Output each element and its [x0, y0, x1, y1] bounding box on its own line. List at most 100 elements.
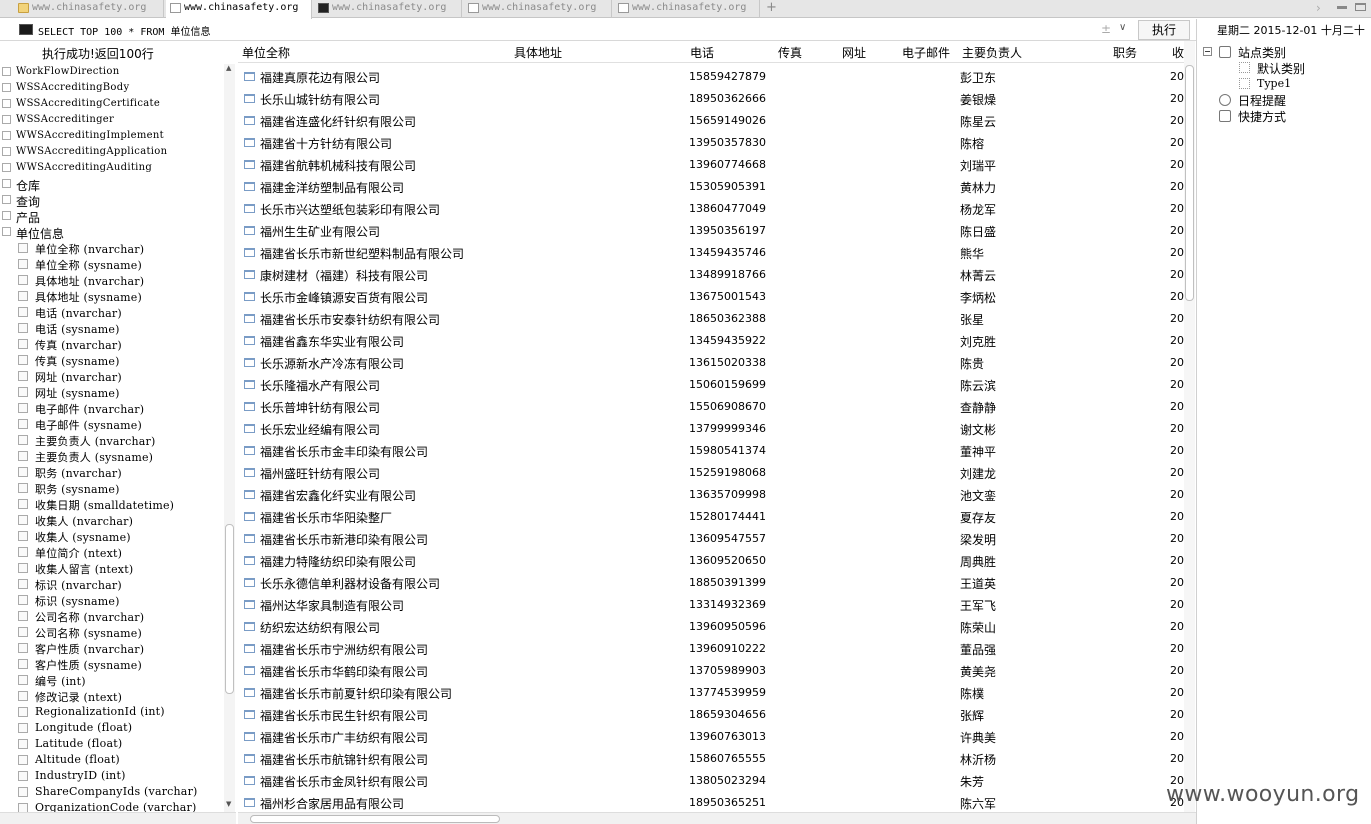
field-checkbox[interactable] — [18, 499, 28, 509]
query-history-dropdown[interactable]: ∨ — [1119, 22, 1126, 33]
tree-field-item[interactable]: 标识 (nvarchar) — [0, 576, 222, 592]
field-checkbox[interactable] — [18, 323, 28, 333]
column-header-title[interactable]: 职务 — [1113, 44, 1137, 61]
field-checkbox[interactable] — [18, 355, 28, 365]
tree-field-item[interactable]: 单位全称 (nvarchar) — [0, 240, 222, 256]
tree-item-schedule[interactable]: 日程提醒 — [1238, 92, 1286, 109]
tree-field-item[interactable]: ShareCompanyIds (varchar) — [0, 784, 222, 800]
column-header-person[interactable]: 主要负责人 — [962, 44, 1022, 61]
field-checkbox[interactable] — [18, 547, 28, 557]
table-row[interactable]: 长乐普坤针纺有限公司 15506908670 查静静 20 — [238, 396, 1184, 418]
tree-field-item[interactable]: 主要负责人 (nvarchar) — [0, 432, 222, 448]
field-checkbox[interactable] — [18, 243, 28, 253]
table-row[interactable]: 福州盛旺针纺有限公司 15259198068 刘建龙 20 — [238, 462, 1184, 484]
tab-scroll-arrow[interactable]: › — [1316, 0, 1321, 16]
tree-field-item[interactable]: 电子邮件 (nvarchar) — [0, 400, 222, 416]
table-row[interactable]: 福建省长乐市宁洲纺织有限公司 13960910222 董品强 20 — [238, 638, 1184, 660]
scroll-thumb[interactable] — [250, 815, 500, 823]
tree-item-site-category[interactable]: 站点类别 — [1238, 44, 1286, 61]
tree-field-item[interactable]: 收集日期 (smalldatetime) — [0, 496, 222, 512]
scroll-up-arrow-icon[interactable]: ▲ — [226, 64, 231, 72]
tree-table-item[interactable]: WSSAccreditinger — [0, 112, 222, 128]
table-row[interactable]: 福建省航韩机械科技有限公司 13960774668 刘瑞平 20 — [238, 154, 1184, 176]
tree-field-item[interactable]: 电话 (sysname) — [0, 320, 222, 336]
tree-field-item[interactable]: 职务 (sysname) — [0, 480, 222, 496]
tree-item-default-category[interactable]: 默认类别 — [1257, 60, 1305, 77]
field-checkbox[interactable] — [18, 739, 28, 749]
table-row[interactable]: 福州生生矿业有限公司 13950356197 陈日盛 20 — [238, 220, 1184, 242]
tree-field-item[interactable]: 电子邮件 (sysname) — [0, 416, 222, 432]
tab-5[interactable]: www.chinasafety.org — [614, 0, 760, 18]
tree-table-item[interactable]: WWSAccreditingImplement — [0, 128, 222, 144]
tree-table-item[interactable]: WWSAccreditingApplication — [0, 144, 222, 160]
tab-2[interactable]: www.chinasafety.org — [166, 0, 312, 19]
field-checkbox[interactable] — [18, 371, 28, 381]
tree-group-item[interactable]: 仓库 — [0, 176, 222, 193]
table-row[interactable]: 福建省十方针纺有限公司 13950357830 陈榕 20 — [238, 132, 1184, 154]
execute-button[interactable]: 执行 — [1138, 20, 1190, 40]
tree-table-item[interactable]: WorkFlowDirection — [0, 64, 222, 80]
field-checkbox[interactable] — [18, 291, 28, 301]
table-row[interactable]: 纺织宏达纺织有限公司 13960950596 陈荣山 20 — [238, 616, 1184, 638]
table-row[interactable]: 康树建材（福建）科技有限公司 13489918766 林菁云 20 — [238, 264, 1184, 286]
tree-field-item[interactable]: 职务 (nvarchar) — [0, 464, 222, 480]
tree-field-item[interactable]: IndustryID (int) — [0, 768, 222, 784]
field-checkbox[interactable] — [18, 563, 28, 573]
column-header-name[interactable]: 单位全称 — [242, 44, 290, 61]
field-checkbox[interactable] — [18, 611, 28, 621]
field-checkbox[interactable] — [18, 691, 28, 701]
tree-field-item[interactable]: 网址 (nvarchar) — [0, 368, 222, 384]
table-row[interactable]: 福建省连盛化纤针织有限公司 15659149026 陈星云 20 — [238, 110, 1184, 132]
column-header-email[interactable]: 电子邮件 — [902, 44, 950, 61]
field-checkbox[interactable] — [18, 339, 28, 349]
tree-group-item[interactable]: 产品 — [0, 208, 222, 225]
field-checkbox[interactable] — [18, 403, 28, 413]
tree-field-item[interactable]: 网址 (sysname) — [0, 384, 222, 400]
table-row[interactable]: 长乐永德信单利器材设备有限公司 18850391399 王道英 20 — [238, 572, 1184, 594]
results-grid-scrollbar[interactable] — [1184, 41, 1195, 812]
field-checkbox[interactable] — [18, 707, 28, 717]
field-checkbox[interactable] — [18, 259, 28, 269]
table-row[interactable]: 福建省长乐市民生针织有限公司 18659304656 张辉 20 — [238, 704, 1184, 726]
field-checkbox[interactable] — [18, 307, 28, 317]
column-header-collected[interactable]: 收 — [1172, 44, 1184, 61]
tree-field-item[interactable]: 具体地址 (nvarchar) — [0, 272, 222, 288]
table-row[interactable]: 福建省长乐市新港印染有限公司 13609547557 梁发明 20 — [238, 528, 1184, 550]
tree-field-item[interactable]: 传真 (nvarchar) — [0, 336, 222, 352]
table-row[interactable]: 福建省长乐市金凤针织有限公司 13805023294 朱芳 20 — [238, 770, 1184, 792]
field-checkbox[interactable] — [18, 387, 28, 397]
collapse-icon[interactable] — [1203, 47, 1212, 56]
field-checkbox[interactable] — [18, 515, 28, 525]
tree-field-item[interactable]: 传真 (sysname) — [0, 352, 222, 368]
table-row[interactable]: 福建省长乐市安泰针纺织有限公司 18650362388 张星 20 — [238, 308, 1184, 330]
scroll-thumb[interactable] — [225, 524, 234, 694]
field-checkbox[interactable] — [18, 595, 28, 605]
table-row[interactable]: 长乐市金峰镇源安百货有限公司 13675001543 李炳松 20 — [238, 286, 1184, 308]
column-header-website[interactable]: 网址 — [842, 44, 866, 61]
field-checkbox[interactable] — [18, 435, 28, 445]
table-row[interactable]: 福建省鑫东华实业有限公司 13459435922 刘克胜 20 — [238, 330, 1184, 352]
table-row[interactable]: 长乐宏业经编有限公司 13799999346 谢文彬 20 — [238, 418, 1184, 440]
table-row[interactable]: 长乐市兴达塑纸包装彩印有限公司 13860477049 杨龙军 20 — [238, 198, 1184, 220]
table-row[interactable]: 福州达华家具制造有限公司 13314932369 王军飞 20 — [238, 594, 1184, 616]
table-row[interactable]: 福建力特隆纺织印染有限公司 13609520650 周典胜 20 — [238, 550, 1184, 572]
tab-3[interactable]: www.chinasafety.org — [314, 0, 462, 18]
table-row[interactable]: 福建省长乐市航锦针织有限公司 15860765555 林沂杨 20 — [238, 748, 1184, 770]
field-checkbox[interactable] — [18, 531, 28, 541]
tree-item-type1[interactable]: Type1 — [1257, 77, 1291, 90]
tree-field-item[interactable]: 公司名称 (nvarchar) — [0, 608, 222, 624]
field-checkbox[interactable] — [18, 483, 28, 493]
tree-table-item[interactable]: WSSAccreditingCertificate — [0, 96, 222, 112]
table-row[interactable]: 福建金洋纺塑制品有限公司 15305905391 黄林力 20 — [238, 176, 1184, 198]
tree-group-item[interactable]: 查询 — [0, 192, 222, 209]
tree-field-item[interactable]: Longitude (float) — [0, 720, 222, 736]
tree-field-item[interactable]: 单位简介 (ntext) — [0, 544, 222, 560]
tree-field-item[interactable]: 客户性质 (sysname) — [0, 656, 222, 672]
field-checkbox[interactable] — [18, 643, 28, 653]
field-checkbox[interactable] — [18, 275, 28, 285]
tree-field-item[interactable]: RegionalizationId (int) — [0, 704, 222, 720]
tree-field-item[interactable]: 公司名称 (sysname) — [0, 624, 222, 640]
table-row[interactable]: 福建省长乐市华阳染整厂 15280174441 夏存友 20 — [238, 506, 1184, 528]
field-checkbox[interactable] — [18, 755, 28, 765]
schema-tree-hscrollbar[interactable] — [0, 812, 236, 824]
